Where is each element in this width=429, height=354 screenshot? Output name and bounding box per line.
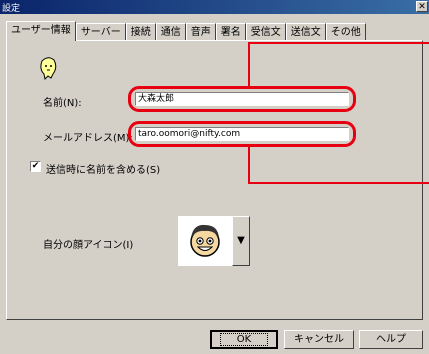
window-title: 設定 [2, 4, 21, 14]
ok-label: OK [219, 333, 269, 346]
tab-signature[interactable]: 署名 [215, 23, 246, 41]
tab-sound[interactable]: 音声 [185, 23, 216, 41]
face-icon-label: 自分の顔アイコン(I) [43, 240, 134, 251]
annotation-ring-email [128, 121, 356, 147]
dropdown-arrow-icon[interactable]: ▼ [232, 216, 250, 266]
annotation-line [248, 42, 429, 44]
ok-button[interactable]: OK [210, 330, 278, 349]
face-icon-preview [178, 216, 232, 266]
tab-strip: ユーザー情報 サーバー 接続 通信 音声 署名 受信文 送信文 その他 [6, 21, 366, 41]
email-label: メールアドレス(M): [43, 133, 133, 144]
include-name-checkbox[interactable]: ✔ [30, 161, 41, 172]
name-label: 名前(N): [43, 98, 82, 109]
close-icon[interactable]: ✕ [416, 1, 428, 12]
title-bar: 設定 ✕ [0, 0, 429, 14]
default-face-icon [40, 57, 57, 81]
tab-user-info[interactable]: ユーザー情報 [6, 21, 76, 41]
help-button[interactable]: ヘルプ [359, 330, 423, 349]
tab-sent-text[interactable]: 送信文 [285, 23, 326, 41]
smiling-face-icon [190, 224, 220, 257]
tab-other[interactable]: その他 [325, 23, 366, 41]
tab-connection[interactable]: 接続 [125, 23, 156, 41]
annotation-line [248, 182, 429, 184]
tab-received-text[interactable]: 受信文 [245, 23, 286, 41]
annotation-ring-name [128, 86, 356, 112]
tab-server[interactable]: サーバー [75, 23, 126, 41]
annotation-line [248, 42, 250, 86]
include-name-label: 送信時に名前を含める(S) [46, 165, 161, 176]
cancel-button[interactable]: キャンセル [284, 330, 354, 349]
tab-communication[interactable]: 通信 [155, 23, 186, 41]
annotation-line [248, 147, 250, 183]
tab-panel [6, 40, 423, 320]
